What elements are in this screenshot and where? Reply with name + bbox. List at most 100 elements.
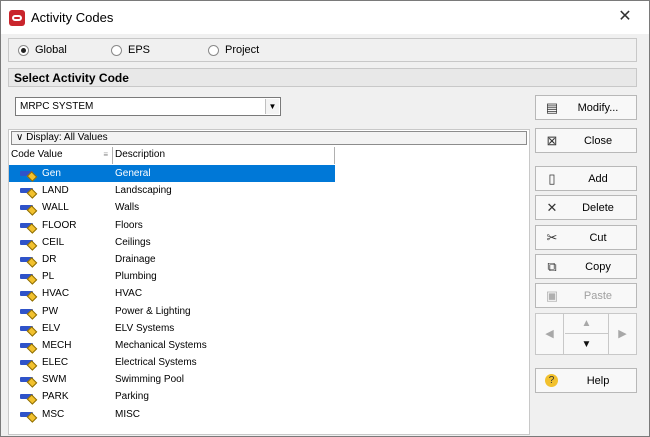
code-values-grid: ∨ Display: All Values Code Value ≡ Descr… <box>8 129 530 435</box>
description-cell: Power & Lighting <box>115 305 191 317</box>
table-row[interactable]: ELEC Electrical Systems <box>9 354 335 371</box>
radio-global[interactable]: Global <box>18 44 67 56</box>
table-row[interactable]: HVAC HVAC <box>9 285 335 303</box>
table-row[interactable]: Gen General <box>9 165 335 183</box>
activity-code-value-icon <box>20 220 38 234</box>
table-row[interactable]: DR Drainage <box>9 251 335 268</box>
close-button-label: Close <box>583 135 613 147</box>
add-button[interactable]: ▯ Add <box>535 166 637 191</box>
radio-eps[interactable]: EPS <box>111 44 150 56</box>
copy-button[interactable]: ⧉ Copy <box>535 254 637 279</box>
code-value-cell: LAND <box>42 185 69 197</box>
help-button[interactable]: ? Help <box>535 368 637 393</box>
activity-code-value-icon <box>20 409 38 423</box>
code-value-cell: WALL <box>42 202 69 214</box>
delete-button-label: Delete <box>582 202 614 214</box>
sort-icon: ≡ <box>103 150 108 159</box>
description-cell: Walls <box>115 202 140 214</box>
grid-header: Code Value ≡ Description <box>9 147 335 164</box>
description-cell: HVAC <box>115 288 143 300</box>
table-row[interactable]: LAND Landscaping <box>9 182 335 199</box>
modify-icon: ▤ <box>545 100 559 115</box>
section-title: Select Activity Code <box>8 68 637 87</box>
table-row[interactable]: PL Plumbing <box>9 268 335 285</box>
table-row[interactable]: CEIL Ceilings <box>9 234 335 251</box>
table-row[interactable]: MECH Mechanical Systems <box>9 337 335 354</box>
radio-project-label: Project <box>225 44 260 56</box>
dropdown-arrow-icon[interactable]: ▼ <box>265 99 279 114</box>
cut-button[interactable]: ✂ Cut <box>535 225 637 250</box>
table-row[interactable]: ELV ELV Systems <box>9 320 335 337</box>
add-button-label: Add <box>588 173 608 185</box>
description-cell: MISC <box>115 408 140 420</box>
activity-code-select[interactable]: MRPC SYSTEM ▼ <box>15 97 281 116</box>
description-cell: Landscaping <box>115 185 172 197</box>
move-up-arrow-icon[interactable]: ▲ <box>565 314 608 334</box>
code-value-cell: PARK <box>42 391 69 403</box>
radio-project[interactable]: Project <box>208 44 259 56</box>
table-row[interactable]: PW Power & Lighting <box>9 303 335 320</box>
delete-x-icon: ✕ <box>546 200 558 215</box>
scissors-icon: ✂ <box>546 230 558 245</box>
radio-unselected-icon <box>208 44 219 56</box>
description-cell: ELV Systems <box>115 322 175 334</box>
code-value-cell: ELV <box>42 322 61 334</box>
grid-rows: Gen General LAND Landscaping WALL Walls FLOOR F… <box>9 165 335 423</box>
code-value-cell: PW <box>42 305 59 317</box>
activity-code-value-icon <box>20 288 38 303</box>
activity-code-value-icon <box>20 202 38 217</box>
scope-radio-group: Global EPS Project <box>8 38 637 62</box>
activity-code-value: MRPC SYSTEM <box>20 101 94 112</box>
description-cell: Parking <box>115 391 149 403</box>
copy-button-label: Copy <box>585 261 611 273</box>
paste-button-label: Paste <box>583 290 613 302</box>
chevron-down-icon: ∨ <box>16 132 27 143</box>
column-header-code-label: Code Value <box>11 149 63 160</box>
move-down-arrow-icon[interactable]: ▼ <box>565 335 608 354</box>
activity-code-value-icon <box>20 254 38 268</box>
paste-button[interactable]: ▣ Paste <box>535 283 637 308</box>
radio-eps-label: EPS <box>128 44 151 56</box>
app-logo-icon <box>9 10 25 26</box>
close-button[interactable]: ⊠ Close <box>535 128 637 153</box>
table-row[interactable]: FLOOR Floors <box>9 217 335 234</box>
code-value-cell: MECH <box>42 339 72 351</box>
modify-button[interactable]: ▤ Modify... <box>535 95 637 120</box>
table-row[interactable]: WALL Walls <box>9 199 335 217</box>
code-value-cell: HVAC <box>42 288 70 300</box>
table-row[interactable]: MSC MISC <box>9 406 335 423</box>
table-row[interactable]: PARK Parking <box>9 388 335 406</box>
activity-code-value-icon <box>20 340 38 354</box>
description-cell: Floors <box>115 219 143 231</box>
description-cell: General <box>115 168 151 179</box>
close-window-icon[interactable]: ✕ <box>617 8 633 26</box>
help-question-icon: ? <box>545 374 558 387</box>
radio-unselected-icon <box>111 44 122 56</box>
description-cell: Swimming Pool <box>115 374 184 386</box>
column-header-code-value[interactable]: Code Value ≡ <box>9 147 113 164</box>
code-value-cell: Gen <box>42 168 61 179</box>
code-value-cell: SWM <box>42 374 67 386</box>
help-button-label: Help <box>586 375 610 387</box>
modify-button-label: Modify... <box>577 102 619 114</box>
description-cell: Mechanical Systems <box>115 339 207 351</box>
activity-code-value-icon <box>20 271 38 285</box>
radio-global-label: Global <box>35 44 67 56</box>
column-header-description[interactable]: Description <box>113 147 335 164</box>
add-document-icon: ▯ <box>548 171 556 186</box>
move-right-arrow-icon[interactable]: ▶ <box>608 314 636 354</box>
activity-code-value-icon <box>20 391 38 406</box>
delete-button[interactable]: ✕ Delete <box>535 195 637 220</box>
activity-code-value-icon <box>20 168 38 182</box>
display-filter-bar[interactable]: ∨ Display: All Values <box>11 131 527 145</box>
move-navigation-pad: ◀ ▲ ▼ ▶ <box>535 313 637 355</box>
paste-clipboard-icon: ▣ <box>545 288 559 303</box>
code-value-cell: FLOOR <box>42 219 77 231</box>
title-bar: Activity Codes ✕ <box>1 1 649 34</box>
table-row[interactable]: SWM Swimming Pool <box>9 371 335 389</box>
description-cell: Plumbing <box>115 271 157 283</box>
copy-icon: ⧉ <box>547 259 557 274</box>
activity-code-value-icon <box>20 185 38 199</box>
move-left-arrow-icon[interactable]: ◀ <box>536 314 564 354</box>
activity-code-value-icon <box>20 306 38 320</box>
